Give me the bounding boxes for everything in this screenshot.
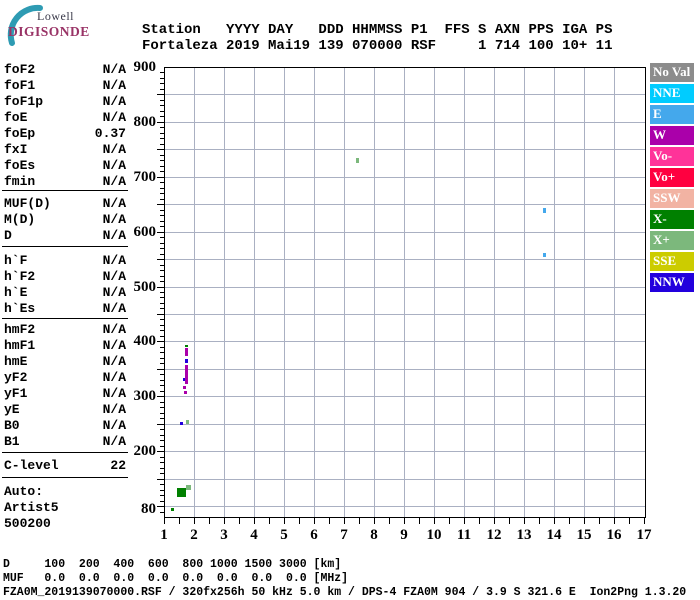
legend-item-w: W: [650, 126, 694, 145]
footer-muf-row: MUF 0.0 0.0 0.0 0.0 0.0 0.0 0.0 0.0 [MHz…: [3, 572, 349, 585]
legend-item-nne: NNE: [650, 84, 694, 103]
legend-item-no-val: No Val: [650, 63, 694, 82]
legend-item-vo-: Vo-: [650, 147, 694, 166]
footer-distance-row: D 100 200 400 600 800 1000 1500 3000 [km…: [3, 558, 342, 571]
legend-item-x-: X-: [650, 210, 694, 229]
legend-item-sse: SSE: [650, 252, 694, 271]
legend-item-ssw: SSW: [650, 189, 694, 208]
legend-item-nnw: NNW: [650, 273, 694, 292]
ionogram-viewer: Lowell DIGISONDE Station YYYY DAY DDD HH…: [0, 0, 700, 600]
footer-file-info-row: FZA0M_2019139070000.RSF / 320fx256h 50 k…: [3, 586, 687, 599]
echo-direction-legend: No Val NNE E W Vo- Vo+ SSW X- X+ SSE NNW: [0, 0, 700, 600]
legend-item-e: E: [650, 105, 694, 124]
legend-item-vo-: Vo+: [650, 168, 694, 187]
legend-item-x-: X+: [650, 231, 694, 250]
